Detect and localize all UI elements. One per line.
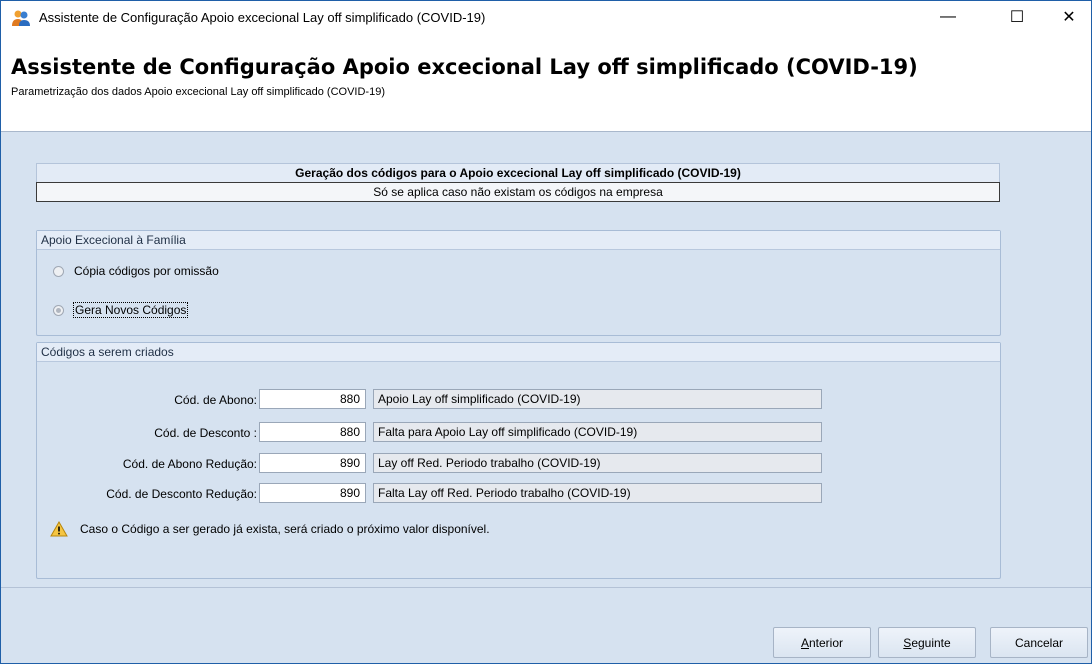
code-label: Cód. de Abono Redução: <box>122 457 257 471</box>
code-row-abono: Cód. de Abono: 880 Apoio Lay off simplif… <box>37 389 1000 411</box>
abono-reducao-description-field[interactable]: Lay off Red. Periodo trabalho (COVID-19) <box>373 453 822 473</box>
close-button[interactable]: ✕ <box>1046 1 1091 33</box>
desconto-reducao-code-input[interactable]: 890 <box>259 483 366 503</box>
code-label: Cód. de Desconto : <box>154 426 257 440</box>
radio-button[interactable] <box>53 265 64 277</box>
duplicate-code-warning: Caso o Código a ser gerado já exista, se… <box>50 521 490 537</box>
family-support-group: Apoio Excecional à Família Cópia códigos… <box>36 230 1001 336</box>
previous-mnemonic: A <box>800 635 809 650</box>
maximize-button[interactable]: ☐ <box>994 1 1040 33</box>
footer-divider <box>1 587 1091 588</box>
window-title: Assistente de Configuração Apoio excecio… <box>39 10 486 25</box>
wizard-content: Geração dos códigos para o Apoio excecio… <box>1 132 1091 587</box>
codes-group: Códigos a serem criados Cód. de Abono: 8… <box>36 342 1001 579</box>
abono-description-field[interactable]: Apoio Lay off simplificado (COVID-19) <box>373 389 822 409</box>
next-mnemonic: S <box>903 635 912 650</box>
desconto-description-field[interactable]: Falta para Apoio Lay off simplificado (C… <box>373 422 822 442</box>
generation-title: Geração dos códigos para o Apoio excecio… <box>36 163 1000 182</box>
radio-label: Cópia códigos por omissão <box>74 264 219 278</box>
code-row-desconto: Cód. de Desconto : 880 Falta para Apoio … <box>37 422 1000 444</box>
code-label: Cód. de Abono: <box>174 393 257 407</box>
generation-note: Só se aplica caso não existam os códigos… <box>36 182 1000 202</box>
warning-text: Caso o Código a ser gerado já exista, se… <box>80 522 490 536</box>
wizard-window: Assistente de Configuração Apoio excecio… <box>0 0 1092 664</box>
next-button[interactable]: Seguinte <box>878 627 976 658</box>
desconto-reducao-description-field[interactable]: Falta Lay off Red. Periodo trabalho (COV… <box>373 483 822 503</box>
radio-generate-new-codes[interactable]: Gera Novos Códigos <box>53 302 189 318</box>
code-row-abono-reducao: Cód. de Abono Redução: 890 Lay off Red. … <box>37 453 1000 475</box>
desconto-code-input[interactable]: 880 <box>259 422 366 442</box>
wizard-header: Assistente de Configuração Apoio excecio… <box>1 35 1091 132</box>
family-group-heading: Apoio Excecional à Família <box>37 231 1000 250</box>
codes-group-heading: Códigos a serem criados <box>37 343 1000 362</box>
cancel-button[interactable]: Cancelar <box>990 627 1088 658</box>
page-subtitle: Parametrização dos dados Apoio exceciona… <box>11 86 385 98</box>
abono-reducao-code-input[interactable]: 890 <box>259 453 366 473</box>
abono-code-input[interactable]: 880 <box>259 389 366 409</box>
generation-banner: Geração dos códigos para o Apoio excecio… <box>36 163 1000 205</box>
radio-button[interactable] <box>53 304 64 316</box>
previous-label: nterior <box>809 635 844 650</box>
wizard-footer: Anterior Seguinte Cancelar <box>1 587 1091 663</box>
code-row-desconto-reducao: Cód. de Desconto Redução: 890 Falta Lay … <box>37 483 1000 505</box>
code-label: Cód. de Desconto Redução: <box>106 487 257 501</box>
radio-label: Gera Novos Códigos <box>72 302 189 318</box>
page-title: Assistente de Configuração Apoio excecio… <box>11 55 918 79</box>
warning-triangle-icon <box>50 521 68 537</box>
app-people-icon <box>12 10 30 26</box>
radio-copy-default-codes[interactable]: Cópia códigos por omissão <box>53 264 219 278</box>
minimize-button[interactable]: — <box>925 1 971 33</box>
previous-button[interactable]: Anterior <box>773 627 871 658</box>
next-label: eguinte <box>911 635 951 650</box>
title-bar[interactable]: Assistente de Configuração Apoio excecio… <box>1 1 1091 35</box>
